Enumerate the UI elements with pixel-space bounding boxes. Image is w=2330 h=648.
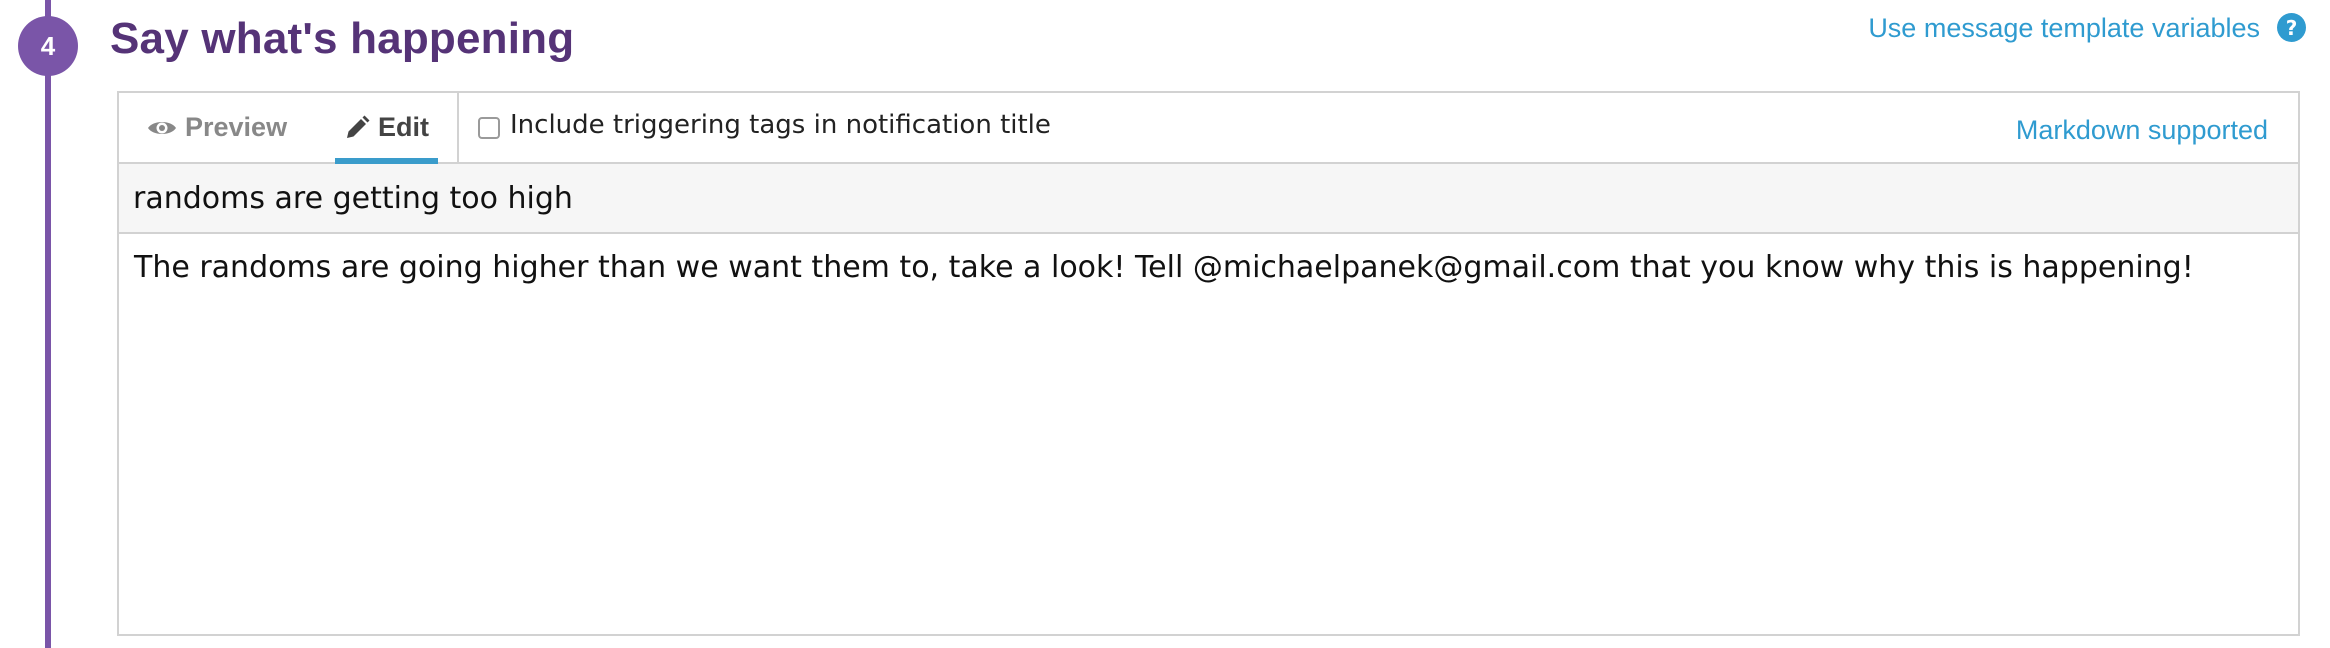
step-number-badge: 4 [18, 16, 78, 76]
message-body-textarea[interactable]: The randoms are going higher than we wan… [119, 234, 2298, 634]
template-variables-link[interactable]: Use message template variables [1868, 12, 2260, 44]
include-tags-checkbox[interactable] [478, 117, 500, 139]
toolbar-divider [457, 93, 459, 162]
include-tags-label[interactable]: Include triggering tags in notification … [510, 110, 1051, 140]
tab-edit[interactable]: Edit [344, 93, 429, 162]
help-icon[interactable]: ? [2277, 13, 2306, 42]
notification-title-input[interactable] [119, 164, 2298, 234]
step-rail [45, 0, 51, 648]
tab-preview[interactable]: Preview [147, 93, 287, 162]
section-title: Say what's happening [110, 14, 575, 63]
tab-preview-label: Preview [185, 112, 288, 142]
eye-icon [148, 121, 176, 134]
pencil-icon [347, 115, 370, 138]
editor-toolbar: Preview Edit Include triggering tags in … [119, 93, 2298, 164]
markdown-supported-link[interactable]: Markdown supported [2016, 115, 2268, 146]
tab-edit-label: Edit [378, 112, 429, 142]
message-editor: Preview Edit Include triggering tags in … [117, 91, 2300, 636]
monitor-message-section: 4 Say what's happening Use message templ… [0, 0, 2330, 648]
